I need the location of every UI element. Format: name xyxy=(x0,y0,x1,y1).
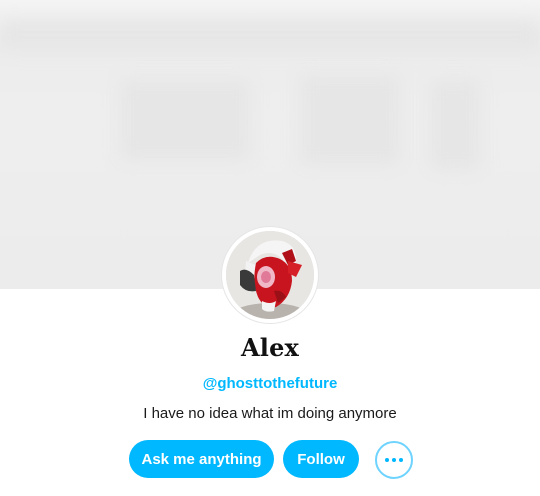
ask-me-anything-button[interactable]: Ask me anything xyxy=(129,440,274,478)
profile-handle[interactable]: @ghosttothefuture xyxy=(0,375,540,392)
more-options-button[interactable] xyxy=(375,441,413,479)
profile-bio: I have no idea what im doing anymore xyxy=(143,405,397,422)
avatar-image xyxy=(226,231,314,319)
follow-button[interactable]: Follow xyxy=(283,440,359,478)
avatar[interactable] xyxy=(222,227,318,323)
profile-name: Alex xyxy=(240,333,300,362)
more-horizontal-icon xyxy=(384,458,405,462)
